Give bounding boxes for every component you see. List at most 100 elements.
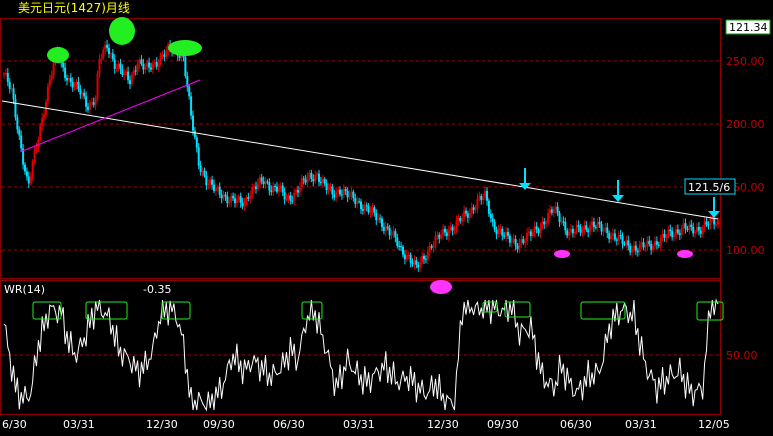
candle-down: [619, 234, 622, 237]
candle-down: [444, 228, 446, 233]
candle-up: [612, 233, 614, 236]
candle-up: [342, 189, 345, 195]
candle-down: [304, 179, 307, 183]
candle-down: [657, 244, 660, 246]
candle-up: [130, 74, 133, 85]
candle-up: [604, 227, 607, 231]
candle-down: [302, 178, 305, 180]
candle-down: [346, 191, 349, 198]
candle-down: [396, 237, 399, 246]
candle-up: [652, 246, 655, 250]
candle-down: [495, 229, 498, 235]
candle-down: [18, 129, 21, 136]
candle-up: [67, 77, 70, 81]
candle-up: [384, 226, 387, 231]
candle-up: [75, 81, 78, 85]
candle-up: [541, 221, 544, 227]
candle-up: [88, 102, 91, 110]
candle-up: [308, 172, 311, 177]
candle-down: [339, 189, 341, 195]
candle-down: [6, 73, 9, 82]
candle-up: [631, 248, 634, 253]
candle-up: [235, 199, 238, 204]
candle-up: [463, 210, 466, 218]
candle-up: [449, 226, 452, 231]
last-price-tag: 121.5/6: [688, 181, 730, 194]
candle-down: [323, 178, 326, 184]
candle-up: [482, 197, 485, 201]
candle-down: [310, 172, 313, 180]
candle-down: [409, 254, 412, 263]
peak-marker: [109, 17, 135, 45]
candle-up: [295, 190, 298, 193]
candle-up: [253, 186, 256, 188]
candle-down: [507, 232, 509, 236]
candle-down: [493, 222, 496, 230]
candle-up: [161, 54, 164, 56]
candle-down: [27, 176, 30, 184]
candle-down: [340, 194, 343, 196]
candle-up: [583, 225, 586, 230]
candle-down: [283, 192, 286, 200]
candle-down: [127, 71, 130, 81]
candle-down: [684, 223, 687, 229]
candle-down: [354, 198, 357, 204]
candle-up: [405, 254, 408, 260]
candle-down: [64, 67, 67, 79]
candle-up: [667, 229, 670, 237]
candle-up: [520, 239, 523, 244]
candle-up: [335, 191, 338, 198]
candle-up: [363, 205, 366, 211]
candle-up: [109, 53, 112, 55]
candle-up: [348, 194, 351, 198]
candle-down: [699, 230, 702, 234]
candle-up: [214, 187, 217, 192]
candle-down: [402, 246, 404, 255]
candle-down: [655, 241, 658, 245]
candle-down: [205, 175, 208, 186]
candle-up: [468, 212, 471, 218]
x-tick-label: 06/30: [273, 418, 305, 431]
candle-up: [646, 240, 649, 247]
candle-up: [300, 178, 303, 188]
candle-up: [371, 207, 374, 212]
candle-up: [316, 173, 319, 176]
candle-up: [48, 79, 51, 87]
candle-down: [466, 213, 469, 218]
candle-down: [522, 239, 525, 244]
candle-up: [102, 49, 105, 59]
candle-up: [497, 229, 500, 235]
candle-down: [155, 62, 158, 67]
candle-up: [314, 175, 317, 182]
candle-up: [96, 74, 99, 99]
candle-down: [25, 171, 28, 177]
candle-up: [461, 217, 464, 222]
candle-down: [417, 264, 420, 268]
candle-down: [331, 186, 334, 195]
candle-down: [211, 179, 214, 185]
candle-up: [568, 232, 571, 236]
candle-down: [692, 226, 695, 234]
candle-up: [29, 176, 32, 184]
candle-up: [264, 181, 267, 185]
candle-down: [262, 181, 265, 185]
candle-up: [715, 224, 718, 226]
candle-up: [144, 66, 147, 70]
candle-down: [669, 229, 672, 232]
candle-up: [39, 125, 42, 140]
candle-down: [606, 227, 609, 234]
candle-down: [199, 165, 202, 172]
candle-down: [403, 254, 406, 260]
candle-up: [484, 190, 487, 198]
candle-up: [256, 183, 259, 190]
candle-down: [514, 239, 517, 246]
candle-up: [717, 220, 719, 225]
candle-up: [327, 188, 330, 191]
candle-down: [424, 259, 427, 261]
candle-up: [125, 71, 128, 73]
candle-down: [472, 207, 475, 210]
candle-down: [627, 240, 630, 246]
candle-up: [654, 241, 656, 247]
candle-up: [528, 231, 530, 233]
candle-down: [148, 62, 151, 68]
